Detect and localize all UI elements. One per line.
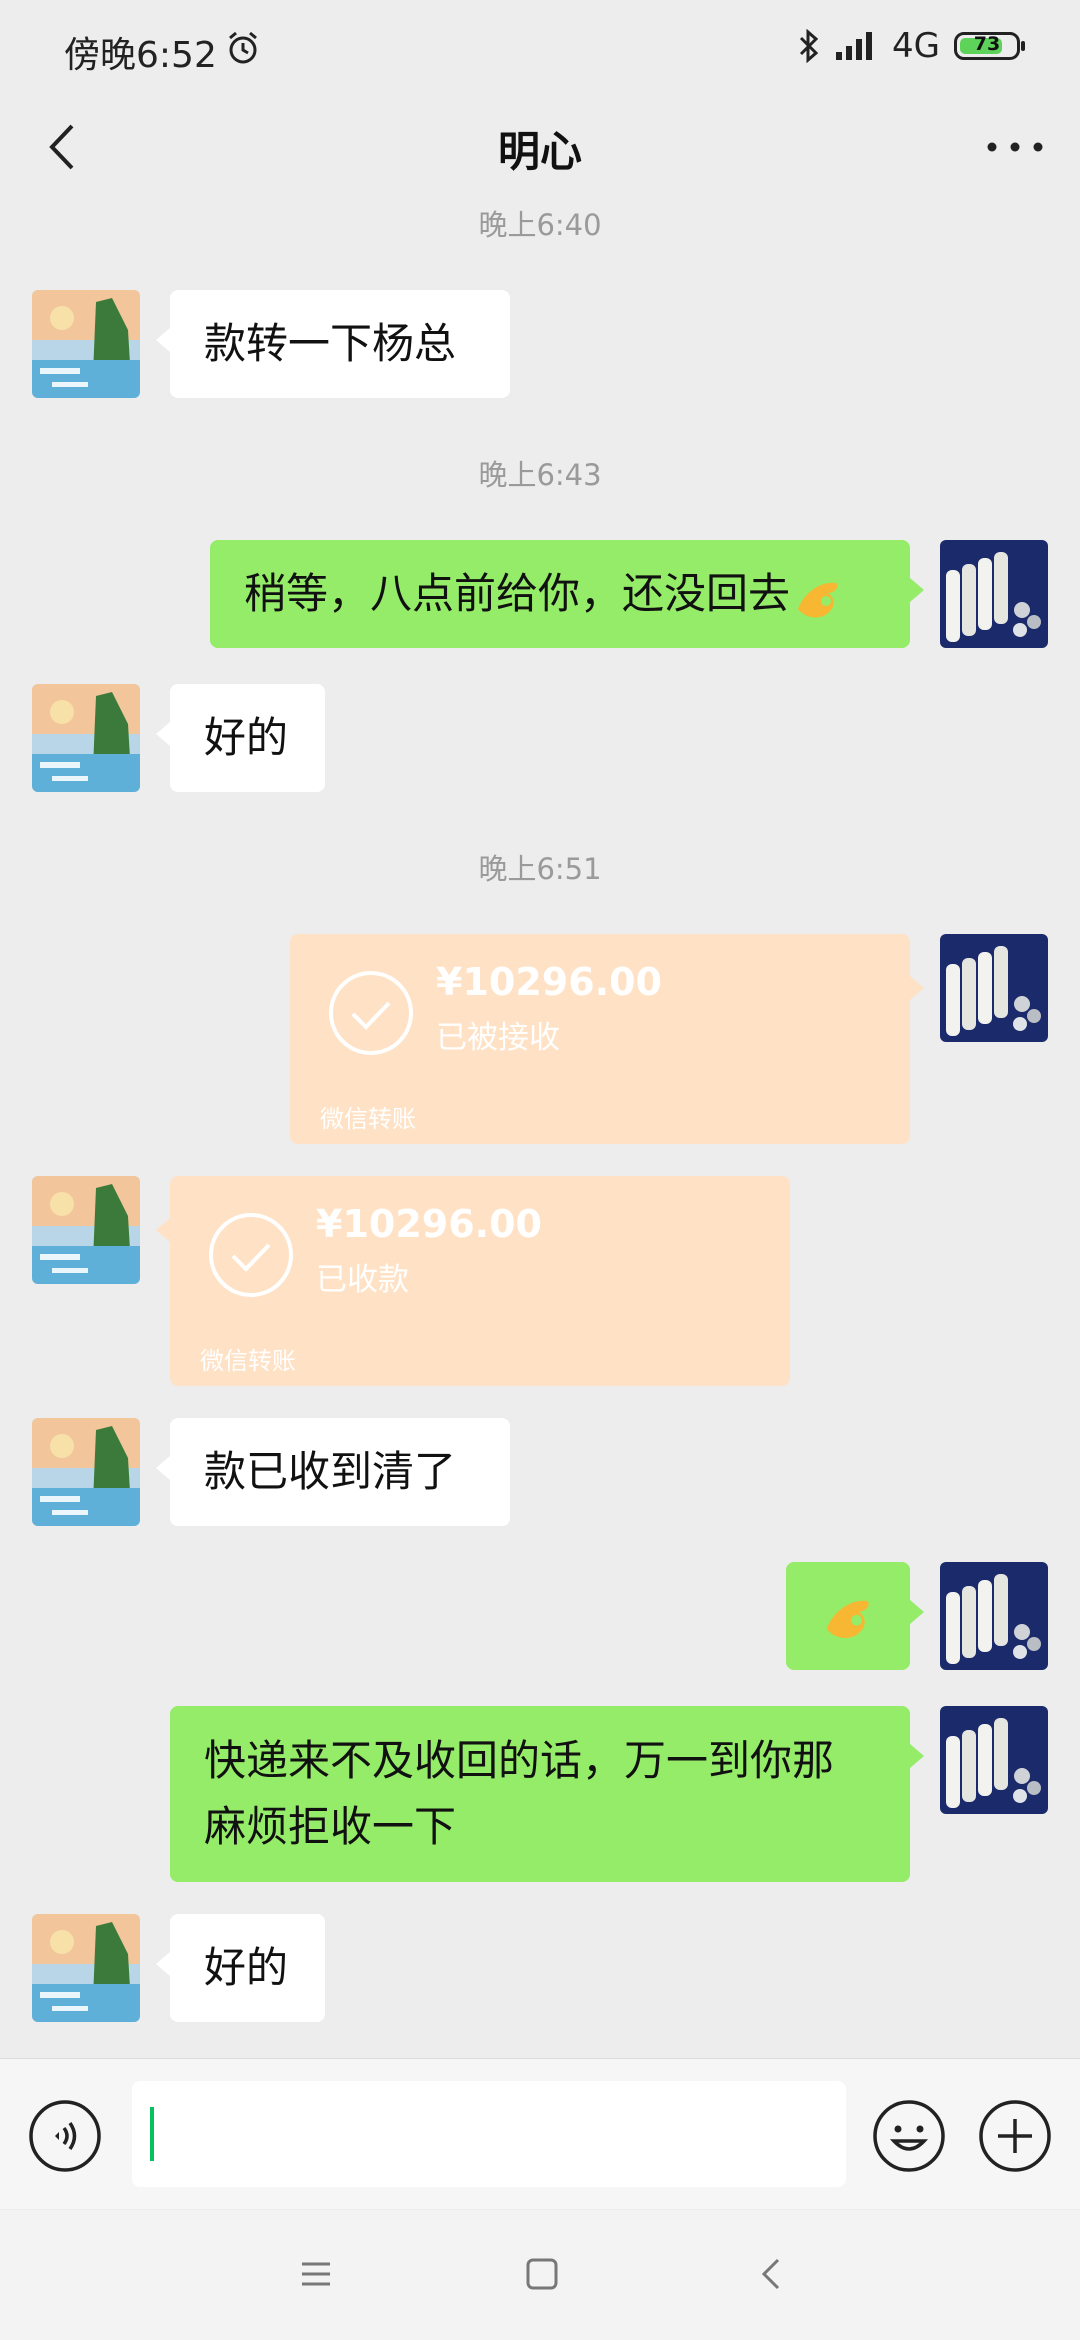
message-text: 好的	[204, 1943, 289, 1992]
message-bubble-received[interactable]: 款已收到清了	[156, 1418, 510, 1526]
chat-title: 明心	[497, 127, 582, 176]
message-bubble-sent[interactable]	[786, 1562, 924, 1670]
message-bubble-received[interactable]: 好的	[156, 1914, 325, 2022]
status-right: 4G 73	[798, 26, 1025, 66]
time-label: 晚上6:51	[478, 852, 602, 886]
battery-icon: 73	[954, 32, 1025, 60]
avatar-self[interactable]	[940, 540, 1048, 648]
message-text: 好的	[204, 713, 289, 762]
transfer-card-received[interactable]: ¥10296.00 已收款 微信转账	[156, 1176, 790, 1386]
check-circle-icon	[329, 971, 413, 1055]
ok-hand-emoji-icon	[798, 582, 838, 617]
input-bar	[0, 2058, 1080, 2209]
check-circle-icon	[209, 1213, 293, 1297]
transfer-footer: 微信转账	[200, 1347, 296, 1375]
message-bubble-received[interactable]: 款转一下杨总	[156, 290, 510, 398]
time-label: 晚上6:43	[478, 458, 602, 492]
avatar-contact[interactable]	[32, 1176, 140, 1284]
back-icon[interactable]	[752, 2254, 792, 2294]
ok-hand-emoji-icon	[826, 1600, 869, 1638]
emoji-icon[interactable]	[872, 2099, 946, 2173]
home-icon[interactable]	[522, 2254, 562, 2294]
avatar-contact[interactable]	[32, 1914, 140, 2022]
avatar-self[interactable]	[940, 934, 1048, 1042]
transfer-card-sent[interactable]: ¥10296.00 已被接收 微信转账	[290, 934, 924, 1144]
signal-icon	[836, 32, 873, 60]
transfer-status: 已收款	[316, 1262, 409, 1298]
network-type: 4G	[892, 26, 940, 66]
menu-icon[interactable]	[296, 2254, 336, 2294]
message-text: 稍等，八点前给你，还没回去	[244, 569, 791, 618]
avatar-self[interactable]	[940, 1562, 1048, 1670]
avatar-contact[interactable]	[32, 1418, 140, 1526]
status-time: 傍晚6:52	[64, 35, 217, 76]
message-bubble-sent[interactable]: 快递来不及收回的话，万一到你那 麻烦拒收一下	[170, 1706, 924, 1882]
transfer-status: 已被接收	[436, 1020, 560, 1056]
avatar-contact[interactable]	[32, 684, 140, 792]
avatar-contact[interactable]	[32, 290, 140, 398]
transfer-footer: 微信转账	[320, 1105, 416, 1133]
system-nav-bar	[0, 2210, 1080, 2340]
transfer-amount: ¥10296.00	[316, 1202, 542, 1246]
avatar-self[interactable]	[940, 1706, 1048, 1814]
message-bubble-sent[interactable]: 稍等，八点前给你，还没回去	[210, 540, 924, 648]
transfer-amount: ¥10296.00	[436, 960, 662, 1004]
voice-icon[interactable]	[28, 2099, 102, 2173]
message-text-line: 快递来不及收回的话，万一到你那	[204, 1736, 835, 1785]
status-bar: 傍晚6:52 4G 73	[0, 0, 1080, 90]
message-bubble-received[interactable]: 好的	[156, 684, 325, 792]
alarm-icon	[229, 31, 257, 64]
chat-header: 明心	[0, 90, 1080, 200]
message-input[interactable]	[132, 2081, 846, 2187]
text-caret	[150, 2107, 154, 2161]
more-icon[interactable]	[980, 112, 1050, 182]
plus-icon[interactable]	[978, 2099, 1052, 2173]
battery-level: 73	[973, 33, 1001, 55]
time-label: 晚上6:40	[478, 208, 602, 242]
message-text: 款转一下杨总	[204, 319, 457, 368]
message-text: 款已收到清了	[204, 1447, 457, 1496]
message-text-line: 麻烦拒收一下	[204, 1802, 457, 1851]
bluetooth-icon	[799, 29, 819, 63]
